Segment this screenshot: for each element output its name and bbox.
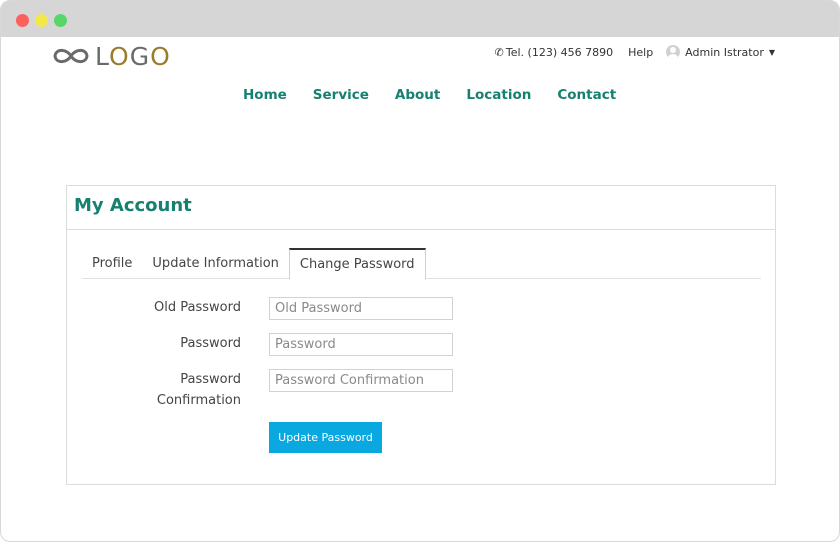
phone-text: Tel. (123) 456 7890	[505, 45, 614, 59]
user-menu[interactable]: Admin Istrator ▼	[666, 45, 775, 59]
password-label: Password	[180, 336, 241, 351]
nav-item-about[interactable]: About	[395, 87, 440, 103]
old-password-label: Old Password	[154, 300, 241, 315]
account-tabs: Profile Update Information Change Passwo…	[82, 248, 761, 280]
tab-update-information[interactable]: Update Information	[142, 248, 288, 279]
avatar-icon	[666, 45, 681, 59]
password-input[interactable]	[269, 333, 453, 356]
user-name: Admin Istrator	[685, 45, 764, 59]
password-confirmation-label-line1: Password	[180, 372, 241, 387]
update-password-button[interactable]: Update Password	[269, 422, 382, 453]
phone-contact[interactable]: ✆ Tel. (123) 456 7890	[495, 46, 613, 59]
tab-profile[interactable]: Profile	[82, 248, 142, 279]
password-confirmation-input[interactable]	[269, 369, 453, 392]
browser-window: LOGO ✆ Tel. (123) 456 7890 Help Admin Is…	[0, 0, 840, 542]
close-window-button[interactable]	[16, 14, 29, 27]
header-utility-bar: ✆ Tel. (123) 456 7890 Help Admin Istrato…	[495, 45, 775, 59]
nav-item-home[interactable]: Home	[243, 87, 287, 103]
password-confirmation-label: Password Confirmation	[157, 369, 241, 411]
nav-item-location[interactable]: Location	[466, 87, 531, 103]
help-link[interactable]: Help	[628, 46, 653, 59]
password-confirmation-label-line2: Confirmation	[156, 393, 241, 408]
phone-icon: ✆	[494, 45, 504, 59]
main-nav: Home Service About Location Contact	[243, 87, 642, 103]
nav-item-service[interactable]: Service	[313, 87, 369, 103]
site-logo[interactable]: LOGO	[51, 41, 171, 71]
logo-text: LOGO	[95, 41, 171, 71]
old-password-input[interactable]	[269, 297, 453, 320]
account-card: My Account Profile Update Information Ch…	[66, 185, 776, 485]
account-card-header: My Account	[67, 186, 775, 230]
nav-item-contact[interactable]: Contact	[557, 87, 616, 103]
maximize-window-button[interactable]	[54, 14, 67, 27]
infinity-icon	[51, 45, 91, 67]
tab-change-password[interactable]: Change Password	[288, 248, 426, 280]
caret-down-icon: ▼	[768, 47, 775, 57]
window-titlebar	[1, 1, 839, 37]
minimize-window-button[interactable]	[35, 14, 48, 27]
page-title: My Account	[74, 195, 192, 216]
